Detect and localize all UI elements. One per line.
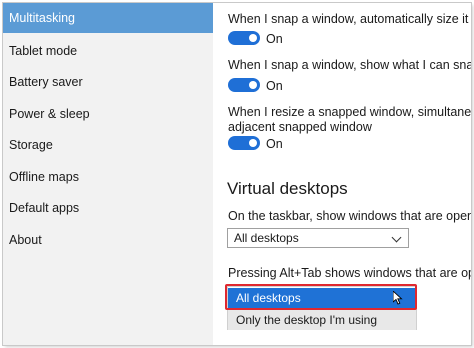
snap-auto-size-toggle[interactable] <box>228 31 260 45</box>
sidebar-item-storage[interactable]: Storage <box>3 130 213 160</box>
mouse-cursor-icon <box>393 291 403 305</box>
settings-window: Multitasking Tablet mode Battery saver P… <box>3 3 471 345</box>
taskbar-desktops-select[interactable]: All desktops <box>227 228 409 248</box>
snap-resize-toggle[interactable] <box>228 136 260 150</box>
snap-resize-description-line-1: When I resize a snapped window, simultan… <box>228 105 471 119</box>
snap-auto-size-description: When I snap a window, automatically size… <box>228 12 471 26</box>
sidebar-item-offline-maps[interactable]: Offline maps <box>3 162 213 192</box>
snap-resize-description-line-2: adjacent snapped window <box>228 120 372 134</box>
sidebar-item-tablet-mode[interactable]: Tablet mode <box>3 36 213 66</box>
toggle-state-label: On <box>266 32 283 46</box>
sidebar-item-default-apps[interactable]: Default apps <box>3 193 213 223</box>
toggle-knob <box>249 81 257 89</box>
annotation-highlight-box <box>225 284 417 310</box>
sidebar: Multitasking Tablet mode Battery saver P… <box>3 3 213 345</box>
chevron-down-icon <box>391 232 402 243</box>
toggle-state-label: On <box>266 137 283 151</box>
alttab-setting-label: Pressing Alt+Tab shows windows that are … <box>228 266 471 280</box>
taskbar-selected-value: All desktops <box>234 231 299 245</box>
sidebar-item-multitasking[interactable]: Multitasking <box>3 3 213 33</box>
alttab-option-current-desktop[interactable]: Only the desktop I'm using <box>228 310 416 330</box>
toggle-knob <box>249 34 257 42</box>
main-content: When I snap a window, automatically size… <box>213 3 471 345</box>
snap-show-next-toggle[interactable] <box>228 78 260 92</box>
virtual-desktops-heading: Virtual desktops <box>227 179 348 198</box>
sidebar-item-power-sleep[interactable]: Power & sleep <box>3 99 213 129</box>
sidebar-item-about[interactable]: About <box>3 225 213 255</box>
toggle-state-label: On <box>266 79 283 93</box>
sidebar-item-battery-saver[interactable]: Battery saver <box>3 67 213 97</box>
toggle-knob <box>249 139 257 147</box>
taskbar-setting-label: On the taskbar, show windows that are op… <box>228 209 471 223</box>
snap-show-next-description: When I snap a window, show what I can sn… <box>228 58 471 72</box>
